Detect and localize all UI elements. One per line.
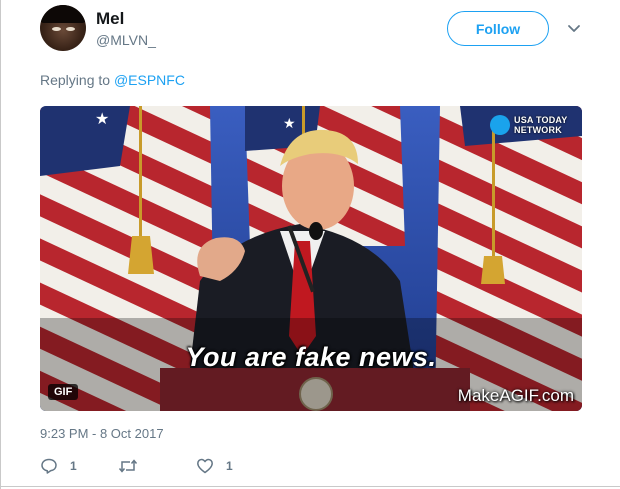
user-handle[interactable]: @MLVN_ bbox=[96, 32, 156, 48]
follow-button[interactable]: Follow bbox=[447, 11, 549, 46]
svg-text:★: ★ bbox=[283, 116, 296, 132]
tweet-media-gif[interactable]: ★ ★ USA TODAY NETWORK You are fake news.… bbox=[40, 106, 582, 411]
like-count: 1 bbox=[226, 459, 233, 473]
gif-badge: GIF bbox=[48, 384, 79, 400]
reply-action[interactable]: 1 bbox=[40, 456, 77, 476]
like-icon[interactable] bbox=[196, 457, 214, 475]
window-border-bottom bbox=[0, 486, 620, 487]
user-name[interactable]: Mel bbox=[96, 9, 124, 29]
retweet-icon[interactable] bbox=[118, 457, 138, 475]
network-logo-line1: USA TODAY bbox=[514, 115, 568, 125]
retweet-action[interactable] bbox=[118, 456, 150, 476]
makeagif-watermark: MakeAGIF.com bbox=[457, 386, 574, 405]
avatar-hair bbox=[40, 5, 86, 23]
window-border-left bbox=[0, 0, 1, 489]
tweet-timestamp[interactable]: 9:23 PM - 8 Oct 2017 bbox=[40, 426, 164, 441]
reply-mention-link[interactable]: @ESPNFC bbox=[114, 72, 185, 88]
avatar-eye bbox=[66, 27, 75, 31]
caret-down-icon[interactable] bbox=[566, 20, 582, 36]
replying-to: Replying to @ESPNFC bbox=[40, 72, 185, 88]
network-logo-line2: NETWORK bbox=[514, 125, 562, 135]
reply-icon[interactable] bbox=[40, 457, 58, 475]
avatar[interactable] bbox=[40, 5, 86, 51]
reply-count: 1 bbox=[70, 459, 77, 473]
gif-caption: You are fake news. bbox=[185, 342, 437, 372]
replying-to-label: Replying to bbox=[40, 72, 111, 88]
svg-text:★: ★ bbox=[95, 109, 109, 128]
avatar-eye bbox=[52, 27, 61, 31]
usa-today-network-logo: USA TODAY NETWORK bbox=[488, 110, 580, 136]
network-logo-dot bbox=[490, 115, 510, 135]
like-action[interactable]: 1 bbox=[196, 456, 233, 476]
